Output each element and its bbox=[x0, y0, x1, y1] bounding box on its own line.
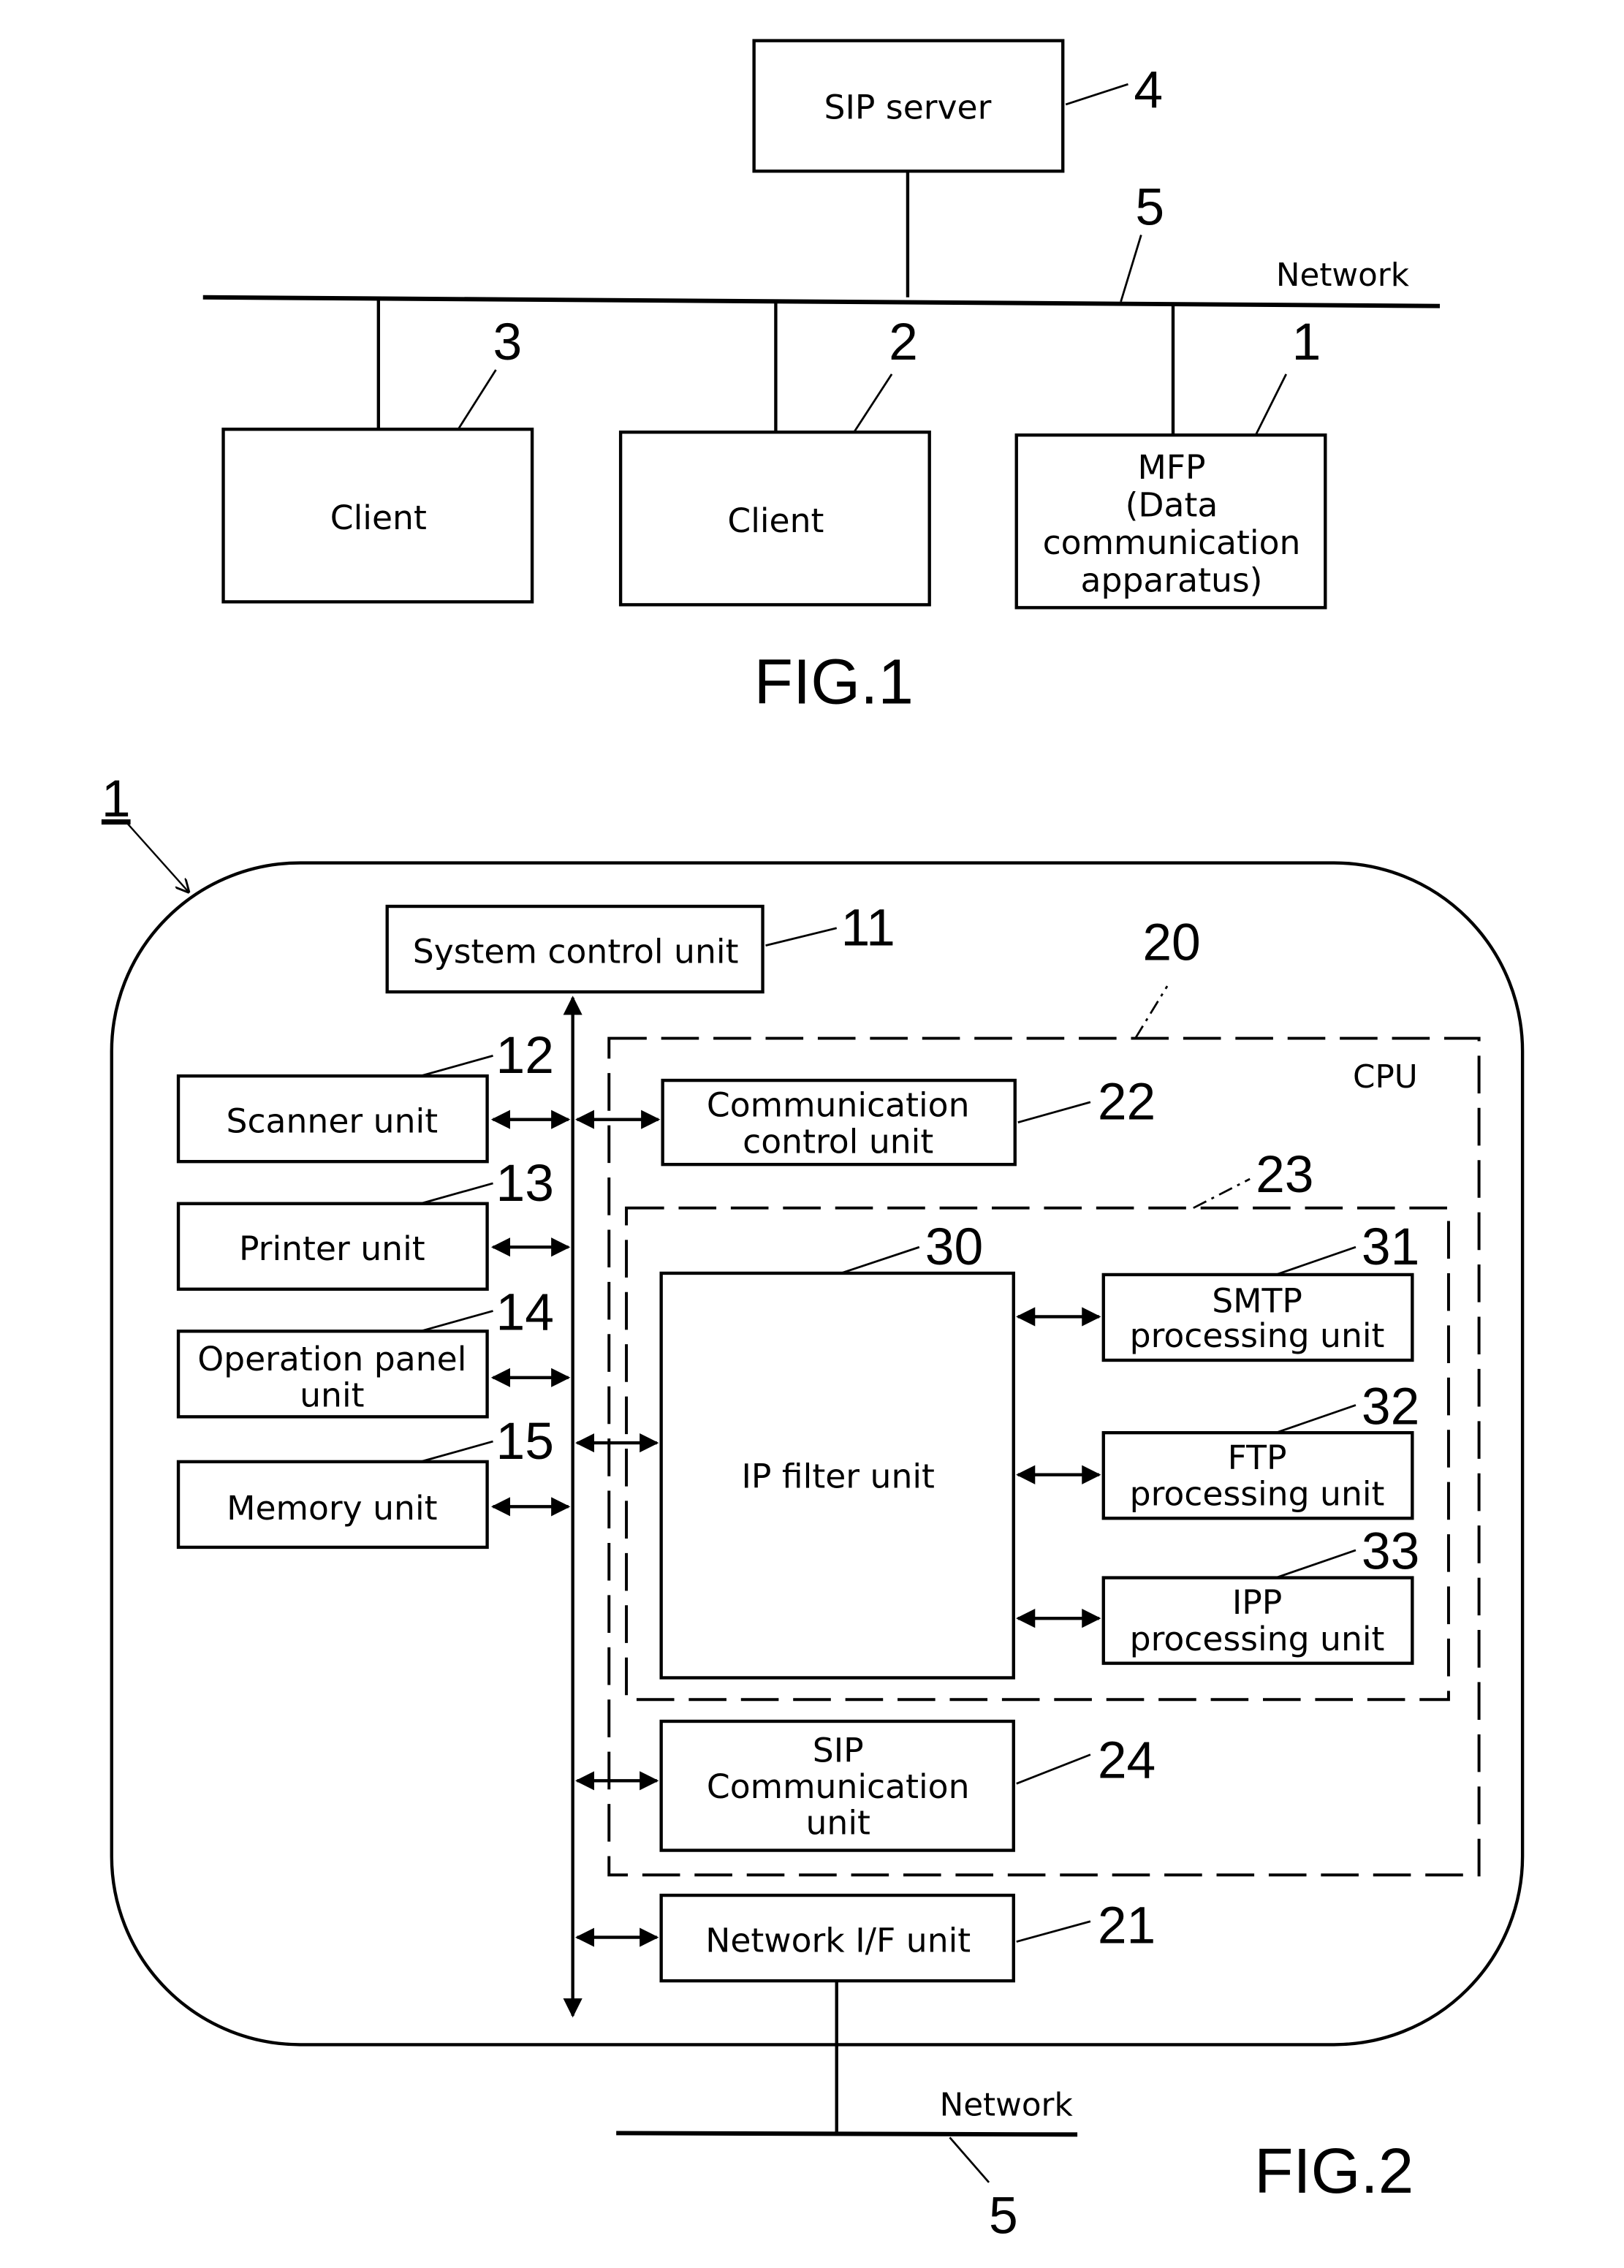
ref-23: 23 bbox=[1256, 1145, 1313, 1204]
mfp-line-2: (Data bbox=[1126, 485, 1218, 524]
fig2-caption: FIG.2 bbox=[1254, 2136, 1414, 2207]
ref-leader bbox=[1134, 985, 1169, 1039]
ref-leader bbox=[853, 373, 893, 433]
network-label: Network bbox=[1276, 257, 1410, 294]
ref-leader bbox=[420, 1182, 493, 1205]
ref-3: 3 bbox=[493, 313, 523, 371]
smtp-line-1: SMTP bbox=[1212, 1282, 1302, 1321]
smtp-line-2: processing unit bbox=[1130, 1316, 1385, 1355]
ref-leader bbox=[420, 1440, 493, 1463]
ref-leader bbox=[1275, 1404, 1357, 1434]
ipp-line-1: IPP bbox=[1232, 1583, 1282, 1622]
ref-leader bbox=[1065, 83, 1128, 106]
ref-1-apparatus: 1 bbox=[102, 770, 131, 828]
ip-filter-label: IP filter unit bbox=[741, 1457, 935, 1496]
ref-leader bbox=[420, 1055, 493, 1077]
mfp-line-4: apparatus) bbox=[1081, 561, 1263, 600]
ref-leader bbox=[949, 2136, 990, 2183]
ref-5: 5 bbox=[989, 2186, 1018, 2245]
ref-31: 31 bbox=[1362, 1218, 1419, 1276]
ref-4: 4 bbox=[1134, 61, 1163, 119]
ref-24: 24 bbox=[1098, 1731, 1156, 1789]
ref-1: 1 bbox=[1292, 313, 1321, 371]
sip-comm-line-1: SIP bbox=[813, 1732, 864, 1770]
ref-leader bbox=[841, 1245, 920, 1275]
mfp-line-1: MFP bbox=[1137, 448, 1205, 487]
fig1-caption: FIG.1 bbox=[754, 646, 914, 717]
ref-leader bbox=[1275, 1549, 1357, 1579]
network-line bbox=[202, 295, 1441, 308]
network-line bbox=[616, 2131, 1078, 2137]
operation-panel-line-1: Operation panel bbox=[197, 1340, 466, 1378]
sip-comm-line-3: unit bbox=[806, 1804, 870, 1843]
ref-22: 22 bbox=[1098, 1073, 1156, 1131]
ref-13: 13 bbox=[496, 1154, 554, 1213]
ref-30: 30 bbox=[925, 1218, 983, 1276]
client-2-label: Client bbox=[727, 501, 824, 540]
client-3-label: Client bbox=[330, 498, 427, 537]
ref-leader bbox=[1120, 235, 1142, 303]
ref-leader bbox=[1275, 1245, 1357, 1276]
cpu-label: CPU bbox=[1353, 1058, 1418, 1096]
printer-label: Printer unit bbox=[239, 1229, 425, 1268]
ref-5: 5 bbox=[1135, 178, 1164, 237]
fig1: SIP server 4 Network 5 Client 3 Client 2… bbox=[202, 39, 1441, 717]
ipp-line-2: processing unit bbox=[1130, 1620, 1385, 1658]
ref-11: 11 bbox=[841, 899, 895, 957]
ref-leader bbox=[1016, 1920, 1091, 1943]
ref-14: 14 bbox=[496, 1283, 554, 1341]
system-control-label: System control unit bbox=[413, 932, 739, 971]
patent-figures: SIP server 4 Network 5 Client 3 Client 2… bbox=[102, 39, 1525, 2245]
ref-33: 33 bbox=[1362, 1522, 1419, 1581]
fig2: 1 System control unit 11 Scanner unit 12… bbox=[102, 770, 1525, 2245]
ref-21: 21 bbox=[1098, 1897, 1156, 1955]
ref-12: 12 bbox=[496, 1026, 554, 1085]
comm-control-line-1: Communication bbox=[707, 1086, 970, 1125]
ref-20: 20 bbox=[1142, 913, 1200, 971]
comm-control-line-2: control unit bbox=[743, 1122, 933, 1161]
ref-leader bbox=[457, 369, 497, 431]
ref-2: 2 bbox=[889, 313, 918, 371]
ref-leader-arrow bbox=[126, 823, 189, 892]
ftp-line-1: FTP bbox=[1228, 1438, 1287, 1477]
memory-label: Memory unit bbox=[227, 1489, 437, 1528]
ref-15: 15 bbox=[496, 1412, 554, 1471]
ref-leader bbox=[1017, 1101, 1091, 1123]
ref-32: 32 bbox=[1362, 1377, 1419, 1435]
ref-leader bbox=[765, 927, 838, 947]
ref-leader bbox=[1254, 373, 1287, 436]
ref-leader bbox=[420, 1310, 493, 1332]
network-label: Network bbox=[940, 2087, 1074, 2124]
operation-panel-line-2: unit bbox=[300, 1376, 364, 1414]
sip-comm-line-2: Communication bbox=[707, 1767, 970, 1806]
network-if-label: Network I/F unit bbox=[705, 1921, 971, 1960]
mfp-line-3: communication bbox=[1043, 523, 1301, 562]
ref-leader bbox=[1016, 1753, 1091, 1785]
sip-server-label: SIP server bbox=[824, 88, 992, 127]
ftp-line-2: processing unit bbox=[1130, 1474, 1385, 1513]
scanner-label: Scanner unit bbox=[227, 1102, 439, 1141]
ref-leader bbox=[1193, 1177, 1251, 1209]
